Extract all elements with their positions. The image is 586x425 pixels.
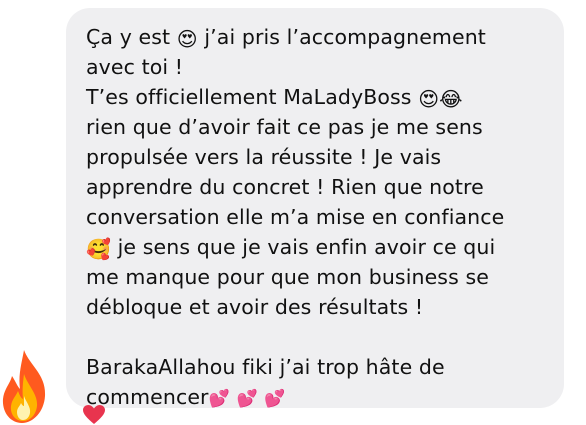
paragraph-break — [86, 322, 546, 352]
message-line: Ça y est 😍 j’ai pris l’accompagnement — [86, 22, 546, 52]
two-hearts-emoji-icon: 💕 — [236, 389, 258, 409]
two-hearts-emoji-icon: 💕 — [208, 389, 230, 409]
smiling-face-with-hearts-emoji-icon: 🥰 — [86, 237, 112, 261]
message-line: commencer💕 💕 💕 — [86, 382, 546, 412]
message-text: j’ai pris l’accompagnement — [197, 25, 486, 49]
message-line: me manque pour que mon business se — [86, 265, 489, 289]
message-line: apprendre du concret ! Rien que notre — [86, 175, 484, 199]
message-line: débloque et avoir des résultats ! — [86, 295, 424, 319]
tears-of-joy-emoji-icon: 😂 — [439, 87, 463, 111]
message-line: avec toi ! — [86, 55, 184, 79]
message-line: 🥰 je sens que je vais enfin avoir ce qui — [86, 232, 546, 262]
message-line: T’es officiellement MaLadyBoss 😍😂 — [86, 82, 546, 112]
message-line: rien que d’avoir fait ce pas je me sens — [86, 115, 483, 139]
heart-eyes-emoji-icon: 😍 — [418, 87, 440, 111]
fire-icon — [2, 350, 46, 423]
message-line: propulsée vers la réussite ! Je vais — [86, 145, 442, 169]
two-hearts-emoji-icon: 💕 — [264, 389, 286, 409]
message-text: Ça y est — [86, 25, 177, 49]
message-thread: Ça y est 😍 j’ai pris l’accompagnement av… — [0, 0, 586, 425]
message-text: je sens que je vais enfin avoir ce qui — [111, 235, 496, 259]
heart-icon[interactable] — [82, 404, 106, 425]
message-line: conversation elle m’a mise en confiance — [86, 205, 505, 229]
message-line: BarakaAllahou fiki j’ai trop hâte de — [86, 355, 445, 379]
heart-eyes-emoji-icon: 😍 — [176, 27, 198, 51]
message-text: T’es officiellement MaLadyBoss — [86, 85, 419, 109]
message-bubble[interactable]: Ça y est 😍 j’ai pris l’accompagnement av… — [66, 8, 564, 409]
